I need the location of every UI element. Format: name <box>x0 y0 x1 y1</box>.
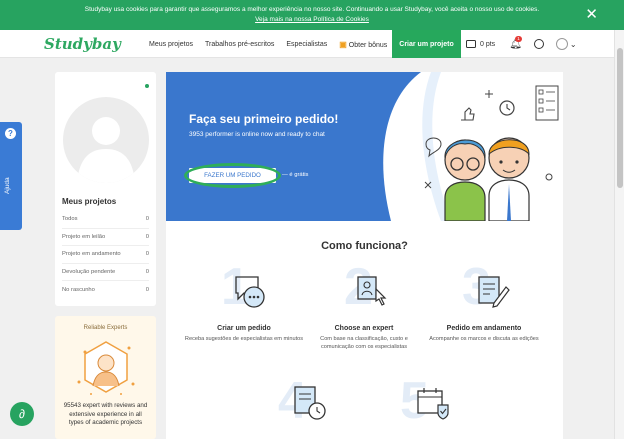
profile-card: Meus projetos Todos 0 Projeto em leilão 0 … <box>55 72 156 306</box>
nav-prewritten[interactable]: Trabalhos pré-escritos <box>205 41 274 48</box>
project-filter-auction[interactable]: Projeto em leilão 0 <box>62 229 149 246</box>
step-description: Acompanhe os marcos e discuta as edições <box>429 336 539 342</box>
project-filter-count: 0 <box>145 286 149 293</box>
projects-title: Meus projetos <box>62 197 117 206</box>
step-title: Criar um pedido <box>217 325 271 332</box>
person-silhouette-icon <box>77 117 135 183</box>
header-user-area: 0 pts 🔔︎ 1 ⌄ <box>466 30 577 58</box>
step-description: Com base na classificação, custo e comun… <box>320 336 408 350</box>
chat-icon[interactable] <box>533 39 544 49</box>
project-filter-label: Devolução pendente <box>62 268 116 275</box>
banner-illustration <box>383 72 563 221</box>
project-filter-draft[interactable]: No rascunho 0 <box>62 281 149 299</box>
nav-experts[interactable]: Especialistas <box>286 41 327 48</box>
project-filter-count: 0 <box>145 216 149 223</box>
cookie-text: Studybay usa cookies para garantir que a… <box>84 6 540 13</box>
experts-description: 95543 expert with reviews and extensive … <box>63 402 148 426</box>
project-filter-count: 0 <box>145 251 149 258</box>
bell-icon[interactable]: 🔔︎ 1 <box>509 35 522 50</box>
cookie-banner: Studybay usa cookies para garantir que a… <box>0 0 624 30</box>
cookie-policy-link[interactable]: Veja mais na nossa Política de Cookies <box>0 15 624 25</box>
how-it-works-title: Como funciona? <box>321 240 408 252</box>
expert-badge-icon <box>77 341 135 395</box>
step-create-order: Criar um pedido Receba sugestões de espe… <box>184 325 304 343</box>
step-description: Receba sugestões de especialistas em min… <box>184 336 304 342</box>
expert-select-icon <box>357 276 387 306</box>
notification-badge: 1 <box>515 35 522 42</box>
nav-my-projects[interactable]: Meus projetos <box>149 41 193 48</box>
reliable-experts-card: Reliable Experts 95543 expert with revie… <box>55 316 156 439</box>
question-icon: ? <box>5 128 16 139</box>
nav-get-bonus[interactable]: ▣ Obter bônus <box>339 40 387 49</box>
how-it-works-section: Como funciona? 1 Criar um pedido Receba … <box>166 221 563 439</box>
edit-document-icon <box>478 276 510 308</box>
calendar-check-icon <box>417 388 449 420</box>
step-choose-expert: Choose an expert Com base na classificaç… <box>304 325 424 351</box>
highlight-ring <box>184 163 281 188</box>
free-label: — é grátis <box>282 172 309 178</box>
project-filter-in-progress[interactable]: Projeto em andamento 0 <box>62 246 149 264</box>
help-label: Ajuda <box>4 177 11 194</box>
studybay-logo[interactable]: Studybay <box>44 35 121 53</box>
banner-title: Faça seu primeiro pedido! <box>189 112 339 126</box>
create-project-button[interactable]: Criar um projeto <box>392 30 461 58</box>
project-filter-count: 0 <box>145 233 149 240</box>
page-scrollbar[interactable] <box>614 30 624 439</box>
profile-avatar[interactable] <box>63 97 149 183</box>
main-nav: Meus projetos Trabalhos pré-escritos Esp… <box>149 30 399 58</box>
points-balance[interactable]: 0 pts <box>480 41 495 48</box>
online-status-dot <box>145 84 149 88</box>
scrollbar-thumb[interactable] <box>617 48 623 188</box>
experts-title: Reliable Experts <box>83 325 128 331</box>
chevron-down-icon[interactable]: ⌄ <box>570 40 577 49</box>
user-avatar-icon[interactable] <box>555 38 568 50</box>
help-tab[interactable]: ? Ajuda <box>0 122 22 230</box>
document-clock-icon <box>294 386 326 420</box>
chat-support-button[interactable]: ∂ <box>10 402 34 426</box>
chat-bubble-icon <box>235 276 265 308</box>
project-filter-refund[interactable]: Devolução pendente 0 <box>62 264 149 281</box>
close-icon[interactable]: ✕ <box>585 7 598 22</box>
nav-get-bonus-label: Obter bônus <box>348 41 388 49</box>
step-title: Pedido em andamento <box>446 325 522 332</box>
first-order-banner: Faça seu primeiro pedido! 3953 performer… <box>166 72 563 221</box>
gift-icon: ▣ <box>339 39 347 49</box>
project-filter-count: 0 <box>145 268 149 275</box>
project-filter-label: Todos <box>62 216 78 223</box>
project-filter-all[interactable]: Todos 0 <box>62 211 149 229</box>
step-title: Choose an expert <box>334 325 394 332</box>
wallet-icon[interactable] <box>466 40 476 48</box>
project-filter-label: Projeto em andamento <box>62 251 121 258</box>
project-filter-label: No rascunho <box>62 286 95 293</box>
project-filter-label: Projeto em leilão <box>62 233 106 240</box>
top-header: Studybay Meus projetos Trabalhos pré-esc… <box>0 30 614 58</box>
step-order-in-progress: Pedido em andamento Acompanhe os marcos … <box>424 325 544 343</box>
banner-subtitle: 3953 performer is online now and ready t… <box>189 131 325 138</box>
